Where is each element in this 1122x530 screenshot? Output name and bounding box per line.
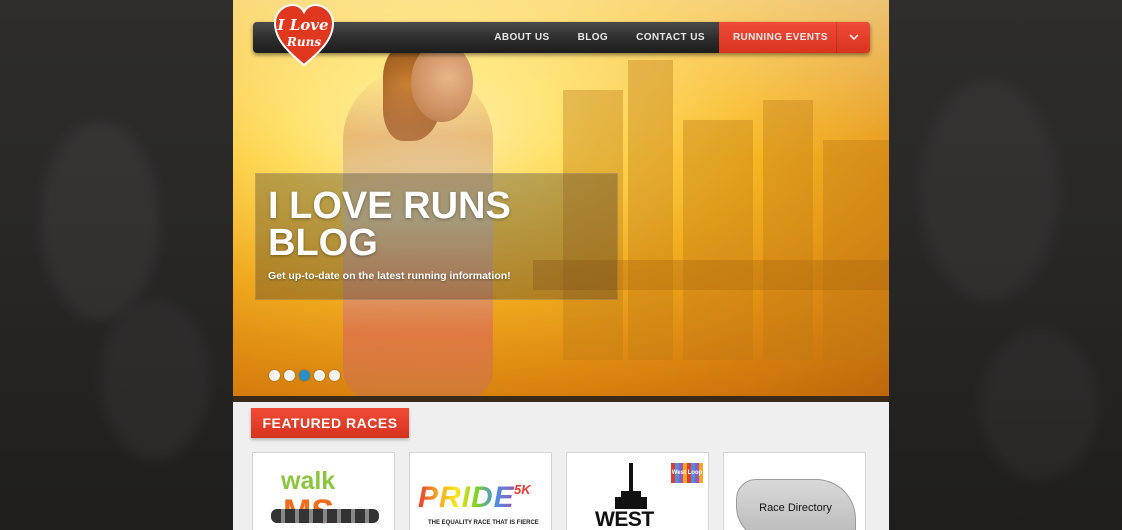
west-loop-building [621,491,641,509]
chevron-down-icon[interactable] [836,22,870,53]
nav-blog[interactable]: BLOG [564,22,623,53]
race-card-pride-5k[interactable]: PRIDE 5K THE EQUALITY RACE THAT IS FIERC… [409,452,552,530]
svg-text:I Love: I Love [276,16,328,34]
runner-head [411,42,473,122]
background-right [889,0,1122,530]
nav-contact-us[interactable]: CONTACT US [622,22,719,53]
pride-tagline: THE EQUALITY RACE THAT IS FIERCE [428,520,539,526]
race-card-walk-ms[interactable]: walk MS [252,452,395,530]
west-loop-title: WEST LOOP [595,508,654,530]
slider-pagination [269,370,340,381]
skyline-building [683,120,753,360]
slider-dot-4[interactable] [314,370,325,381]
hero-caption: I LOVE RUNS BLOG Get up-to-date on the l… [255,173,618,300]
svg-text:Runs: Runs [286,35,321,49]
featured-races-list: walk MS PRIDE 5K THE EQUALITY RACE THAT … [252,452,866,530]
race-directory-label: Race Directory [759,502,832,514]
race-card-race-directory[interactable]: Race Directory [723,452,866,530]
west-loop-badge: West Loop [671,463,703,483]
pride-5k-label: 5K [514,482,531,497]
site-logo[interactable]: I Love Runs [273,3,335,67]
slider-dot-5[interactable] [329,370,340,381]
hero-title: I LOVE RUNS BLOG [268,185,511,264]
nav-about-us[interactable]: ABOUT US [480,22,563,53]
featured-races-heading: FEATURED RACES [251,408,409,438]
nav-running-events-label: RUNNING EVENTS [732,32,828,43]
skyline-building [628,60,673,360]
west-loop-antenna [629,463,633,493]
slider-dot-1[interactable] [269,370,280,381]
main-navbar: ABOUT US BLOG CONTACT US RUNNING EVENTS [253,22,870,53]
slider-dot-3[interactable] [299,370,310,381]
race-card-west-loop[interactable]: West Loop WEST LOOP [566,452,709,530]
pride-logo: PRIDE [418,481,515,514]
nav-running-events[interactable]: RUNNING EVENTS [718,22,870,53]
hero-subtitle: Get up-to-date on the latest running inf… [268,270,511,282]
skyline-building [823,140,889,360]
skyline-building [763,100,813,360]
walk-ms-logo-walk: walk [281,467,336,495]
background-left [0,0,233,530]
shoes-graphic [271,509,379,523]
nav-links: ABOUT US BLOG CONTACT US RUNNING EVENTS [480,22,870,53]
page-container: I LOVE RUNS BLOG Get up-to-date on the l… [233,0,889,530]
slider-dot-2[interactable] [284,370,295,381]
